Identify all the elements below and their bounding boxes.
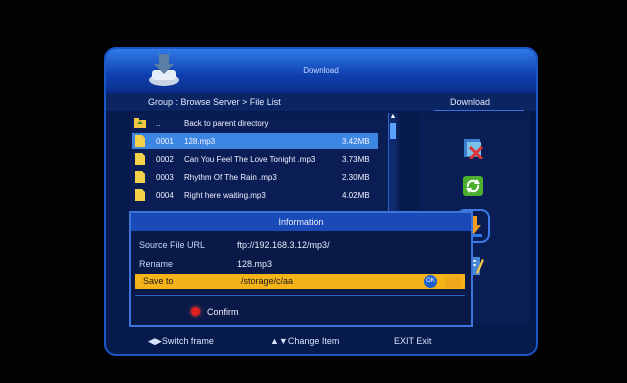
left-right-arrows-icon: ◀▶	[148, 336, 162, 346]
item-number: 0002	[156, 155, 174, 164]
refresh-icon[interactable]	[462, 175, 484, 197]
item-name: Rhythm Of The Rain .mp3	[184, 173, 277, 182]
dialog-divider	[135, 295, 465, 296]
dialog-title: Information	[131, 213, 471, 231]
switch-frame-label: Switch frame	[161, 336, 214, 346]
list-item[interactable]: 0004 Right here waiting.mp3 4.02MB	[132, 187, 378, 203]
rename-field[interactable]: 128.mp3	[237, 259, 272, 269]
item-name: Back to parent directory	[184, 119, 269, 128]
scrollbar[interactable]: ▲	[388, 113, 397, 213]
item-size: 4.02MB	[342, 191, 370, 200]
item-name: Right here waiting.mp3	[184, 191, 266, 200]
item-number: 0003	[156, 173, 174, 182]
change-item-hint: ▲▼Change Item	[270, 336, 339, 346]
list-item[interactable]: .. Back to parent directory	[132, 115, 378, 131]
side-panel-underline	[434, 110, 524, 111]
item-name: 128.mp3	[184, 137, 216, 146]
folder-icon[interactable]	[445, 277, 461, 288]
save-to-row[interactable]: Save to /storage/c/aa OK	[135, 274, 465, 289]
folder-up-icon	[134, 118, 146, 128]
file-icon	[135, 171, 145, 183]
rename-label: Rename	[139, 259, 174, 269]
scroll-thumb[interactable]	[390, 123, 396, 139]
list-item[interactable]: 0003 Rhythm Of The Rain .mp3 2.30MB	[132, 169, 378, 185]
file-icon	[135, 153, 145, 165]
file-icon	[135, 135, 145, 147]
list-item[interactable]: 0001 128.mp3 3.42MB	[132, 133, 378, 149]
switch-frame-hint: ◀▶Switch frame	[148, 336, 214, 347]
source-url-value: ftp://192.168.3.12/mp3/	[237, 240, 330, 250]
item-number: 0001	[156, 137, 174, 146]
window-title: Download	[303, 66, 339, 75]
save-to-field[interactable]: /storage/c/aa	[241, 276, 293, 286]
side-panel-heading: Download	[450, 97, 491, 107]
item-number: 0004	[156, 191, 174, 200]
item-number: ..	[156, 119, 161, 128]
source-url-label: Source File URL	[139, 240, 206, 250]
save-to-label: Save to	[143, 276, 174, 286]
item-size: 2.30MB	[342, 173, 370, 182]
information-dialog: Information Source File URL ftp://192.16…	[129, 211, 473, 327]
red-button-icon	[191, 307, 200, 316]
item-size: 3.73MB	[342, 155, 370, 164]
screen: Download Group : Browse Server > File Li…	[0, 0, 627, 383]
breadcrumb: Group : Browse Server > File List	[148, 97, 281, 107]
file-icon	[135, 189, 145, 201]
scroll-up-icon[interactable]: ▲	[389, 113, 397, 121]
up-down-arrows-icon: ▲▼	[270, 336, 288, 346]
confirm-button[interactable]: Confirm	[207, 307, 239, 317]
footer-hints: ◀▶Switch frame ▲▼Change Item EXIT Exit	[104, 332, 538, 354]
delete-file-icon[interactable]	[462, 137, 484, 159]
list-item[interactable]: 0002 Can You Feel The Love Tonight .mp3 …	[132, 151, 378, 167]
title-bar: Download	[106, 49, 536, 93]
ok-icon[interactable]: OK	[424, 275, 437, 288]
exit-hint: EXIT Exit	[394, 336, 432, 346]
change-item-label: Change Item	[287, 336, 340, 346]
item-name: Can You Feel The Love Tonight .mp3	[184, 155, 316, 164]
item-size: 3.42MB	[342, 137, 370, 146]
